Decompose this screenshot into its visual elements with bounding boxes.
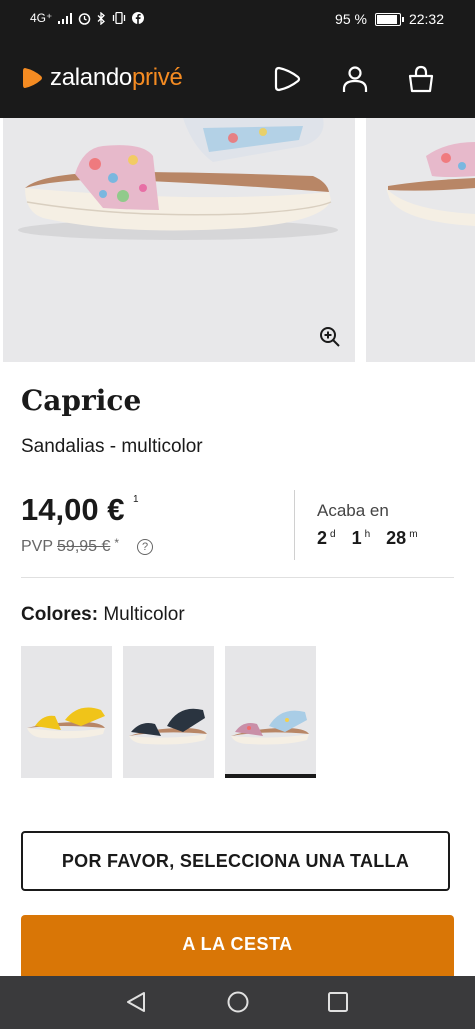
bluetooth-icon xyxy=(97,11,106,25)
colors-heading: Colores: Multicolor xyxy=(21,604,185,626)
section-divider xyxy=(21,577,454,578)
vibrate-icon xyxy=(113,12,126,24)
bag-icon[interactable] xyxy=(405,63,437,95)
product-image-main[interactable] xyxy=(3,118,355,362)
colors-value: Multicolor xyxy=(103,604,185,625)
countdown-minutes: 28 m xyxy=(386,528,418,548)
product-image-second[interactable] xyxy=(366,118,475,362)
user-icon[interactable] xyxy=(339,63,371,95)
pvp-old-price: 59,95 € xyxy=(57,538,111,555)
logo-play-icon xyxy=(23,68,42,88)
price-divider xyxy=(294,490,295,560)
battery-percent: 95 % xyxy=(335,11,367,27)
status-right: 95 % 22:32 xyxy=(335,11,444,27)
product-brand: Caprice xyxy=(21,384,142,417)
retail-price: PVP 59,95 € * ? xyxy=(21,536,154,556)
countdown-label: Acaba en xyxy=(317,501,389,520)
price-footnote: 1 xyxy=(133,494,139,505)
sandal-thumbnail xyxy=(231,710,309,745)
system-nav-bar xyxy=(0,976,475,1029)
facebook-icon xyxy=(132,12,145,24)
pvp-label: PVP xyxy=(21,538,54,555)
select-size-button[interactable]: POR FAVOR, SELECCIONA UNA TALLA xyxy=(21,831,450,891)
back-icon[interactable] xyxy=(124,990,148,1014)
pvp-asterisk: * xyxy=(114,536,120,550)
zoom-in-icon[interactable] xyxy=(319,326,341,348)
app-header: zalandoprivé xyxy=(0,40,475,118)
logo-text-accent: privé xyxy=(131,64,183,91)
network-indicator: 4G⁺ xyxy=(30,11,53,25)
color-swatch-navy[interactable] xyxy=(123,646,214,778)
sandal-image xyxy=(18,118,338,240)
alarm-icon xyxy=(79,12,91,25)
countdown-timer: 2d 1h 28 m xyxy=(317,528,418,549)
sandal-thumbnail xyxy=(27,707,105,739)
battery-icon xyxy=(374,12,404,26)
help-icon[interactable]: ? xyxy=(137,539,154,555)
color-swatch-multicolor[interactable] xyxy=(225,646,316,778)
home-icon[interactable] xyxy=(226,990,250,1014)
product-description: Sandalias - multicolor xyxy=(21,436,203,457)
signal-icon xyxy=(58,12,73,24)
colors-label: Colores: xyxy=(21,604,99,625)
countdown-days: 2d xyxy=(317,528,336,548)
logo-text-main: zalando xyxy=(50,64,132,91)
zalando-prive-logo[interactable]: zalandoprivé xyxy=(22,64,183,92)
play-icon[interactable] xyxy=(272,63,304,95)
product-gallery[interactable] xyxy=(0,118,475,362)
add-to-cart-button[interactable]: A LA CESTA xyxy=(21,915,454,977)
recents-icon[interactable] xyxy=(326,990,350,1014)
status-icons: 4G⁺ xyxy=(30,11,145,25)
status-bar: 4G⁺ 95 % 22:32 xyxy=(0,0,475,40)
color-swatch-yellow[interactable] xyxy=(21,646,112,778)
product-price: 14,00 € xyxy=(21,492,125,527)
sandal-thumbnail xyxy=(129,708,207,745)
clock: 22:32 xyxy=(408,11,444,27)
countdown-hours: 1h xyxy=(351,528,371,548)
sandal-image-2 xyxy=(386,142,475,226)
